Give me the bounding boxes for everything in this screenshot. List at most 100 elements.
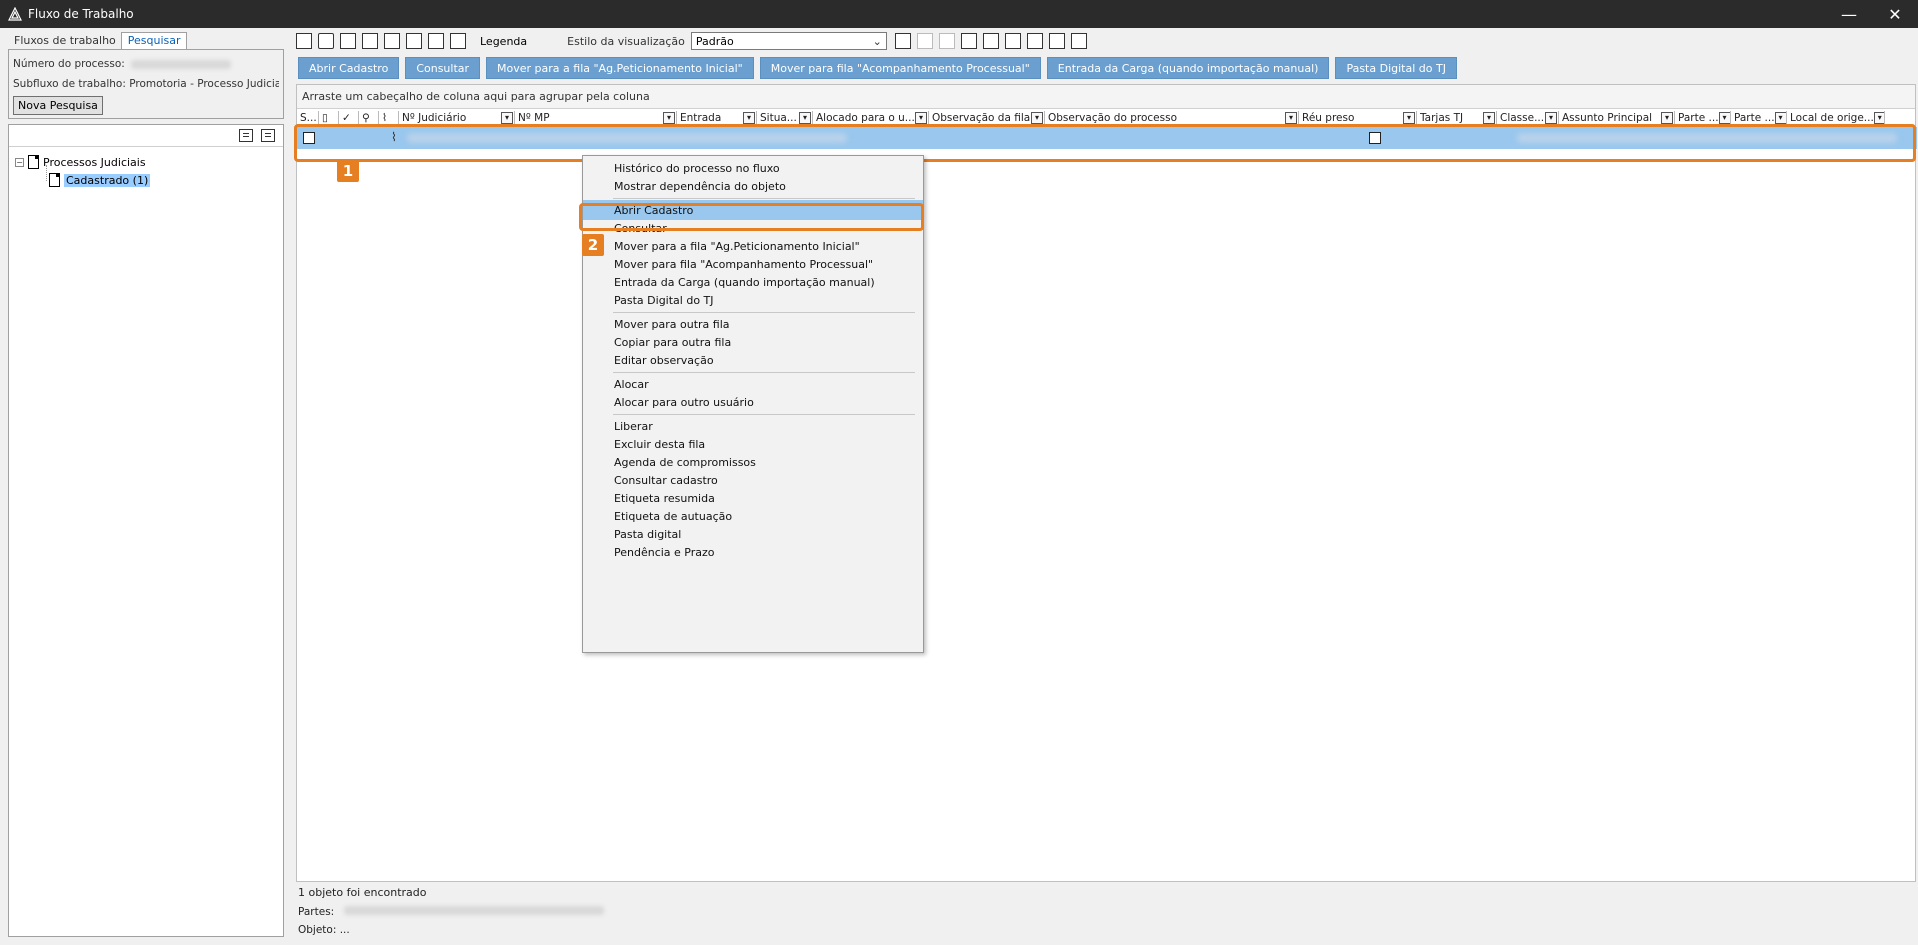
filter-dropdown-icon[interactable]: ▾	[799, 112, 811, 124]
menu-item-excluir-fila[interactable]: Excluir desta fila	[583, 434, 923, 454]
menu-item-mostrar-dependencia[interactable]: Mostrar dependência do objeto	[583, 176, 923, 196]
entrada-carga-button[interactable]: Entrada da Carga (quando importação manu…	[1046, 57, 1330, 79]
partes-row: Partes:	[298, 906, 604, 918]
step-1-badge: 1	[337, 160, 359, 182]
save-icon[interactable]	[894, 33, 911, 49]
filter-dropdown-icon[interactable]: ▾	[1718, 112, 1730, 124]
menu-item-etiqueta-resumida[interactable]: Etiqueta resumida	[583, 488, 923, 508]
tree-connector	[46, 165, 47, 181]
menu-item-alocar-outro-usuario[interactable]: Alocar para outro usuário	[583, 392, 923, 412]
menu-item-mover-ag-peticionamento[interactable]: Mover para a fila "Ag.Peticionamento Ini…	[583, 236, 923, 256]
excel-export-icon[interactable]	[960, 33, 977, 49]
export-icon[interactable]	[428, 33, 444, 49]
tab-fluxos-de-trabalho[interactable]: Fluxos de trabalho	[8, 33, 121, 49]
filter-dropdown-icon[interactable]: ▾	[1774, 112, 1786, 124]
mover-acompanhamento-button[interactable]: Mover para fila "Acompanhamento Processu…	[759, 57, 1041, 79]
filter-dropdown-icon[interactable]: ▾	[1483, 112, 1495, 124]
col-header-local-origem[interactable]: Local de orige... ▾	[1787, 111, 1885, 125]
menu-item-etiqueta-autuacao[interactable]: Etiqueta de autuação	[583, 506, 923, 526]
menu-separator	[613, 198, 915, 199]
menu-item-consultar-cadastro[interactable]: Consultar cadastro	[583, 470, 923, 490]
clipboard-icon[interactable]	[384, 33, 400, 49]
col-header-check[interactable]: ✓	[339, 111, 359, 125]
mover-ag-peticionamento-button[interactable]: Mover para a fila "Ag.Peticionamento Ini…	[486, 57, 754, 79]
menu-item-copiar-outra-fila[interactable]: Copiar para outra fila	[583, 332, 923, 352]
tab-pesquisar[interactable]: Pesquisar	[120, 32, 187, 49]
col-header-s[interactable]: S...	[297, 111, 319, 125]
print-icon[interactable]	[1070, 33, 1087, 49]
tree-node-cadastrado[interactable]: Cadastrado (1)	[49, 173, 151, 187]
consultar-button[interactable]: Consultar	[405, 57, 481, 79]
menu-item-pasta-digital-tj[interactable]: Pasta Digital do TJ	[583, 290, 923, 310]
col-header-obs-processo[interactable]: Observação do processo ▾	[1045, 111, 1299, 125]
filter-dropdown-icon[interactable]: ▾	[501, 112, 513, 124]
document-icon	[28, 155, 39, 169]
menu-item-entrada-carga[interactable]: Entrada da Carga (quando importação manu…	[583, 272, 923, 292]
left-tabs: Fluxos de trabalho Pesquisar	[8, 32, 284, 49]
workflow-icon: ⚲	[362, 112, 370, 124]
copy-icon[interactable]	[340, 33, 356, 49]
menu-item-mover-outra-fila[interactable]: Mover para outra fila	[583, 314, 923, 334]
tree-child-label: Cadastrado (1)	[64, 173, 151, 187]
col-header-bookmark[interactable]: ▯	[319, 111, 339, 125]
col-header-alocado[interactable]: Alocado para o u... ▾	[813, 111, 929, 125]
report-icon[interactable]	[982, 33, 999, 49]
main-toolbar: Legenda Estilo da visualização Padrão ⌄	[296, 30, 1912, 52]
col-header-reu-preso[interactable]: Réu preso ▾	[1299, 111, 1417, 125]
menu-item-pasta-digital[interactable]: Pasta digital	[583, 524, 923, 544]
tree-root-label: Processos Judiciais	[43, 155, 146, 169]
filter-dropdown-icon[interactable]: ▾	[663, 112, 675, 124]
col-header-nr-mp[interactable]: Nº MP ▾	[515, 111, 677, 125]
refresh-icon[interactable]	[318, 33, 334, 49]
filter-dropdown-icon[interactable]: ▾	[1545, 112, 1557, 124]
close-button[interactable]: ✕	[1872, 0, 1918, 28]
legenda-label[interactable]: Legenda	[480, 35, 527, 48]
col-header-assunto[interactable]: Assunto Principal ▾	[1559, 111, 1675, 125]
search-panel: Número do processo: Subfluxo de trabalho…	[8, 49, 284, 119]
filter-dropdown-icon[interactable]: ▾	[915, 112, 927, 124]
menu-item-agenda[interactable]: Agenda de compromissos	[583, 452, 923, 472]
new-document-icon[interactable]	[296, 33, 312, 49]
col-header-parte-1[interactable]: Parte ... ▾	[1675, 111, 1731, 125]
menu-item-liberar[interactable]: Liberar	[583, 416, 923, 436]
tree-toolbar	[9, 125, 283, 147]
col-header-classe[interactable]: Classe... ▾	[1497, 111, 1559, 125]
collapse-node-icon[interactable]: −	[15, 157, 24, 167]
estilo-visualizacao-select[interactable]: Padrão ⌄	[690, 32, 887, 50]
menu-item-historico[interactable]: Histórico do processo no fluxo	[583, 158, 923, 178]
menu-item-alocar[interactable]: Alocar	[583, 374, 923, 394]
filter-dropdown-icon[interactable]: ▾	[1403, 112, 1415, 124]
col-header-tarjas-tj[interactable]: Tarjas TJ ▾	[1417, 111, 1497, 125]
filter-dropdown-icon[interactable]: ▾	[1873, 112, 1884, 124]
pasta-digital-tj-button[interactable]: Pasta Digital do TJ	[1335, 57, 1457, 79]
legend-icon[interactable]	[450, 33, 466, 49]
col-header-situacao[interactable]: Situa... ▾	[757, 111, 813, 125]
collapse-tree-icon[interactable]	[261, 129, 275, 142]
col-header-attachment[interactable]: ⌇	[379, 111, 399, 125]
columns-icon[interactable]	[1004, 33, 1021, 49]
filter-dropdown-icon[interactable]: ▾	[1661, 112, 1673, 124]
tree-root-node[interactable]: − Processos Judiciais	[15, 155, 146, 169]
nova-pesquisa-button[interactable]: Nova Pesquisa	[13, 96, 103, 115]
col-header-workflow[interactable]: ⚲	[359, 111, 379, 125]
col-header-entrada[interactable]: Entrada ▾	[677, 111, 757, 125]
filter-dropdown-icon[interactable]: ▾	[1031, 112, 1043, 124]
menu-item-pendencia-prazo[interactable]: Pendência e Prazo	[583, 542, 923, 562]
paste-icon[interactable]	[406, 33, 422, 49]
col-header-nr-judiciario[interactable]: Nº Judiciário ▾	[399, 111, 515, 125]
abrir-cadastro-button[interactable]: Abrir Cadastro	[298, 57, 400, 79]
filter-dropdown-icon[interactable]: ▾	[743, 112, 755, 124]
collapse-all-icon[interactable]	[1048, 33, 1065, 49]
duplicate-icon[interactable]	[362, 33, 378, 49]
group-by-bar[interactable]: Arraste um cabeçalho de coluna aqui para…	[297, 85, 1915, 109]
col-header-parte-2[interactable]: Parte ... ▾	[1731, 111, 1787, 125]
expand-tree-icon[interactable]	[239, 129, 253, 142]
filter-dropdown-icon[interactable]: ▾	[1285, 112, 1297, 124]
expand-all-icon[interactable]	[1026, 33, 1043, 49]
col-header-obs-fila[interactable]: Observação da fila ▾	[929, 111, 1045, 125]
menu-item-mover-acompanhamento[interactable]: Mover para fila "Acompanhamento Processu…	[583, 254, 923, 274]
estilo-visualizacao-value: Padrão	[695, 34, 734, 48]
menu-item-editar-observacao[interactable]: Editar observação	[583, 350, 923, 370]
minimize-button[interactable]: —	[1826, 0, 1872, 28]
partes-label: Partes:	[298, 906, 335, 918]
